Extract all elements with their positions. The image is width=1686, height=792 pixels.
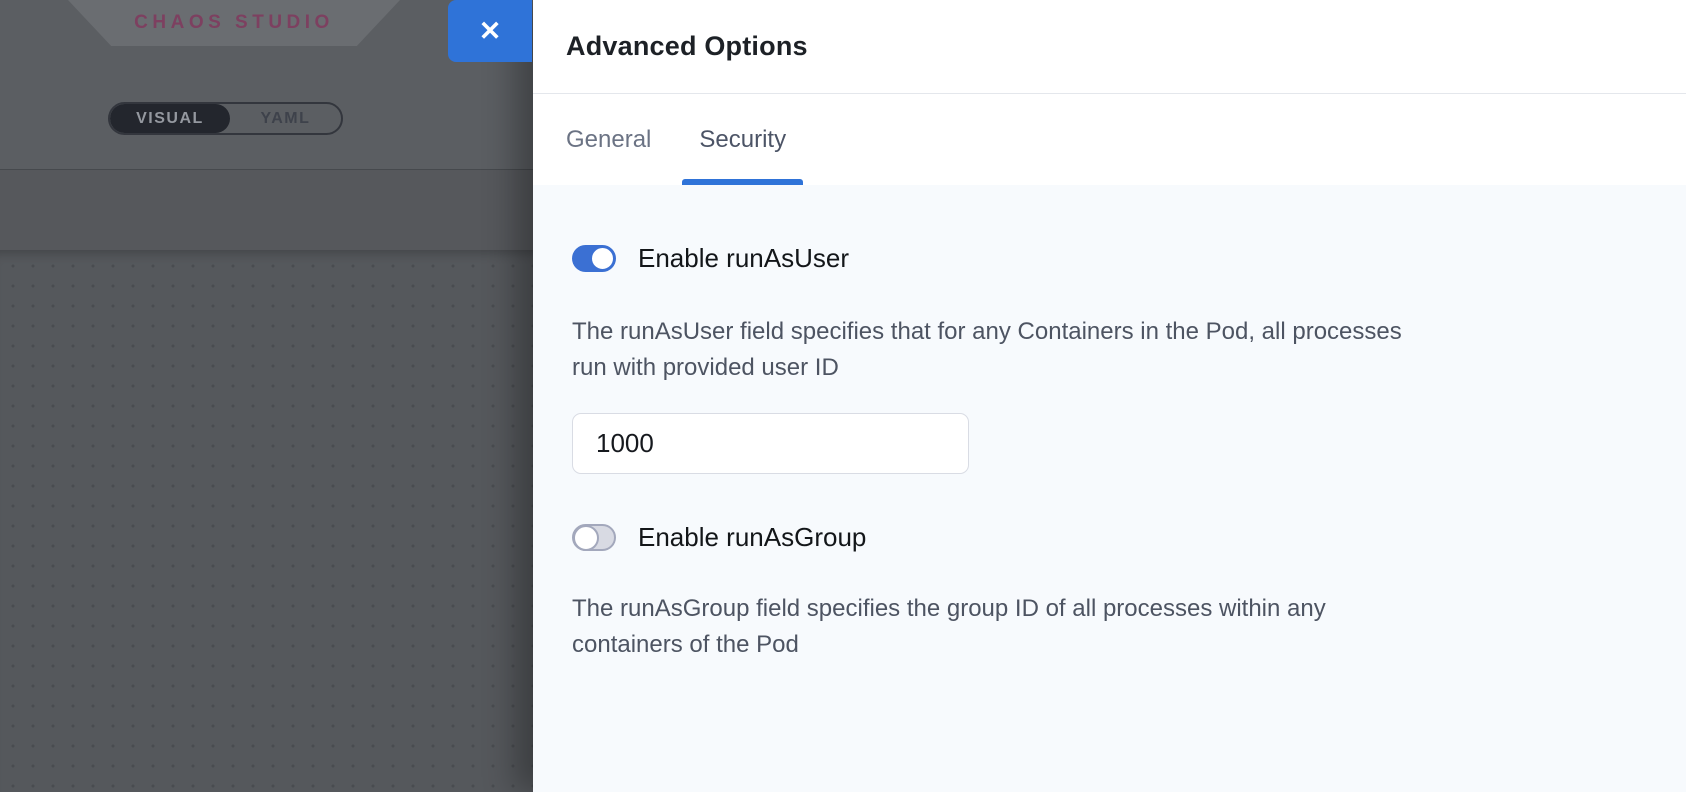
tab-general[interactable]: General [549,95,668,185]
toggle-knob [573,525,599,551]
tab-security[interactable]: Security [682,95,803,185]
description-line: The runAsUser field specifies that for a… [572,314,1606,350]
description-line: containers of the Pod [572,627,1606,663]
visual-yaml-toggle[interactable]: VISUAL YAML [108,102,343,135]
run-as-group-label: Enable runAsGroup [638,522,866,553]
close-button[interactable]: ✕ [448,0,532,62]
security-tab-content: Enable runAsUser The runAsUser field spe… [533,185,1686,792]
run-as-group-description: The runAsGroup field specifies the group… [572,591,1606,663]
run-as-user-label: Enable runAsUser [638,243,849,274]
panel-title: Advanced Options [566,31,808,62]
run-as-user-row: Enable runAsUser [572,243,1606,274]
run-as-group-row: Enable runAsGroup [572,522,1606,553]
enable-runasuser-toggle[interactable] [572,245,616,272]
toggle-knob [590,246,615,271]
tab-bar: General Security [533,95,1686,185]
enable-runasgroup-toggle[interactable] [572,524,616,551]
run-as-user-input[interactable] [572,413,969,474]
description-line: run with provided user ID [572,350,1606,386]
chaos-studio-banner: CHAOS STUDIO [68,0,400,46]
run-as-user-description: The runAsUser field specifies that for a… [572,314,1606,386]
visual-tab[interactable]: VISUAL [110,104,230,133]
chaos-studio-label: CHAOS STUDIO [134,12,334,34]
panel-header: Advanced Options [533,0,1686,94]
advanced-options-panel: Advanced Options General Security Enable… [533,0,1686,792]
yaml-tab[interactable]: YAML [230,104,341,133]
description-line: The runAsGroup field specifies the group… [572,591,1606,627]
close-icon: ✕ [479,16,502,47]
